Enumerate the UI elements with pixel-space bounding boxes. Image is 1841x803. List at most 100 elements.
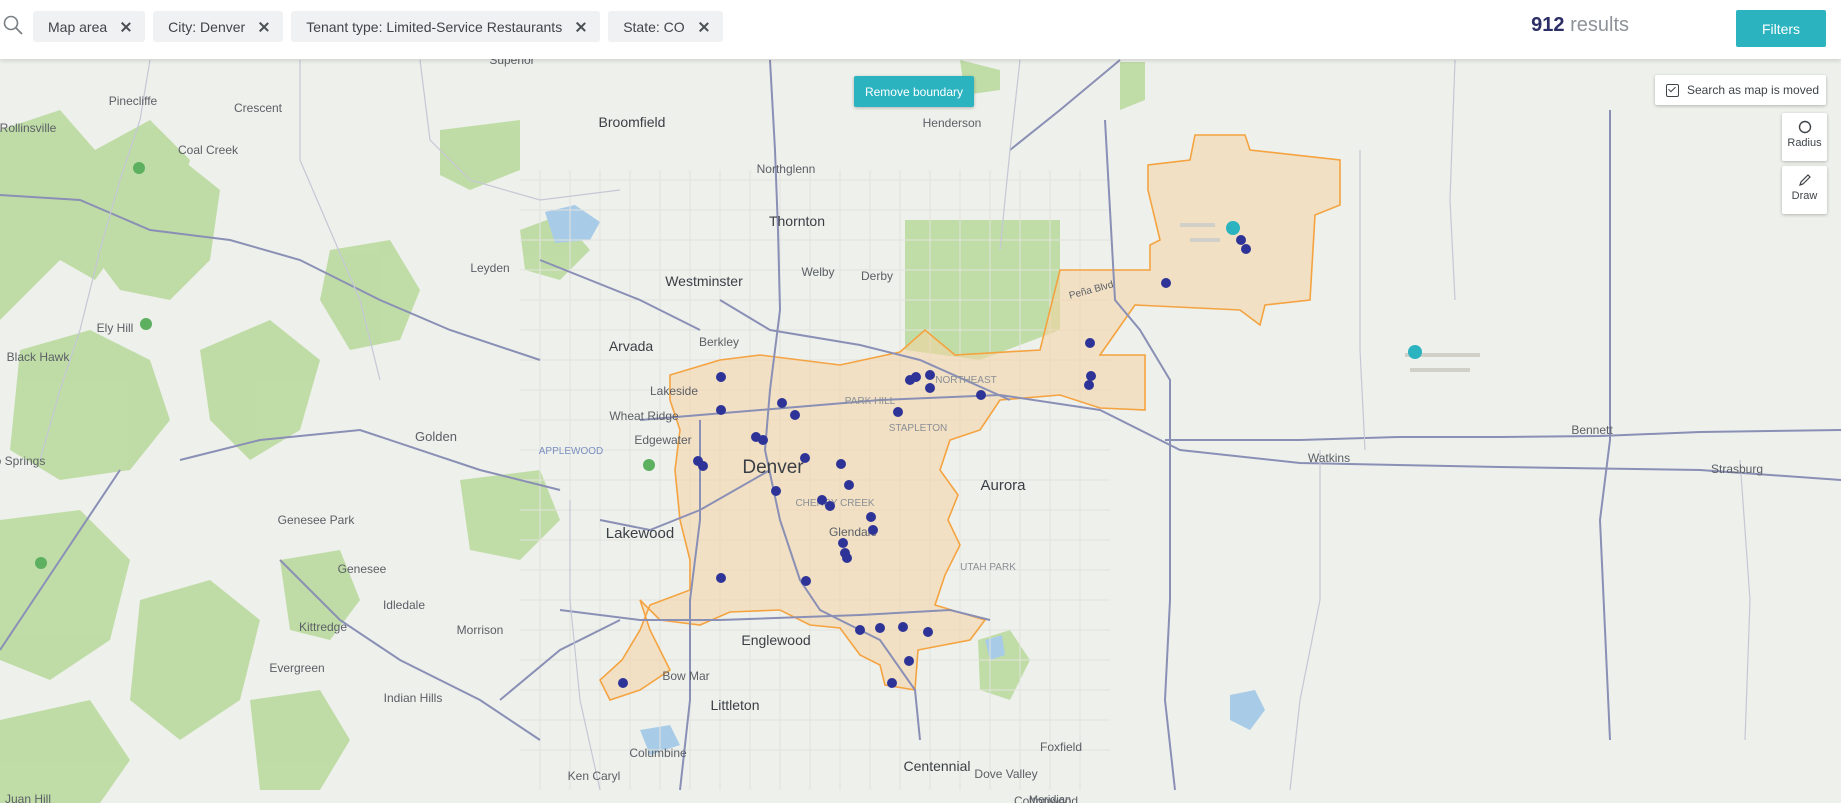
close-icon[interactable] [699, 22, 709, 32]
close-icon[interactable] [259, 22, 269, 32]
checkbox-icon[interactable] [1666, 83, 1679, 97]
circle-icon [1798, 120, 1811, 134]
location-marker [925, 383, 935, 393]
location-marker [1084, 380, 1094, 390]
airport-icon [1226, 221, 1240, 235]
draw-tool-button[interactable]: Draw [1782, 166, 1827, 214]
label-lakewood: Lakewood [606, 525, 674, 542]
label-genesee: Genesee [338, 562, 387, 576]
location-marker [904, 656, 914, 666]
radius-label: Radius [1787, 137, 1822, 149]
label-lakeside: Lakeside [650, 384, 698, 398]
chip-label: City: Denver [168, 18, 246, 35]
chip-city[interactable]: City: Denver [153, 11, 284, 42]
location-marker [758, 435, 768, 445]
label-strasburg: Strasburg [1711, 462, 1763, 476]
map-canvas[interactable]: Superior Rollinsville Pinecliffe Crescen… [0, 59, 1841, 803]
label-kittredge: Kittredge [299, 620, 347, 634]
location-marker [911, 372, 921, 382]
label-aurora: Aurora [980, 477, 1026, 494]
location-marker [868, 525, 878, 535]
label-edgewater: Edgewater [634, 433, 691, 447]
label-bow-mar: Bow Mar [662, 669, 709, 683]
chip-label: Map area [48, 18, 108, 35]
label-coal-creek: Coal Creek [178, 143, 239, 157]
results-number: 912 [1531, 14, 1565, 36]
location-marker [844, 480, 854, 490]
label-littleton: Littleton [710, 697, 759, 713]
label-indian-hills: Indian Hills [384, 691, 443, 705]
label-utah-park: UTAH PARK [960, 562, 1016, 573]
location-marker [790, 410, 800, 420]
location-marker [838, 538, 848, 548]
label-ely-hill: Ely Hill [97, 321, 134, 335]
location-marker [716, 372, 726, 382]
chip-map-area[interactable]: Map area [33, 11, 146, 42]
label-bennett: Bennett [1571, 423, 1613, 437]
filter-chips: Map area City: Denver Tenant type: Limit… [33, 11, 723, 42]
chip-state[interactable]: State: CO [608, 11, 723, 42]
label-juan-hill: Juan Hill [5, 792, 51, 803]
remove-boundary-button[interactable]: Remove boundary [854, 76, 974, 107]
location-marker [842, 553, 852, 563]
label-northeast: NORTHEAST [935, 375, 997, 386]
location-marker [800, 453, 810, 463]
results-label: results [1570, 14, 1629, 36]
label-englewood: Englewood [741, 632, 810, 648]
draw-label: Draw [1791, 190, 1818, 202]
location-marker [866, 512, 876, 522]
label-westminster: Westminster [665, 273, 743, 289]
location-marker [875, 623, 885, 633]
label-columbine: Columbine [629, 746, 687, 760]
location-marker [716, 573, 726, 583]
label-golden: Golden [415, 429, 457, 444]
label-leyden: Leyden [470, 261, 509, 275]
label-applewood: APPLEWOOD [539, 446, 603, 457]
location-marker [801, 576, 811, 586]
park-icon [140, 318, 152, 330]
airport-icon [1408, 345, 1422, 359]
location-marker [887, 678, 897, 688]
label-pinecliffe: Pinecliffe [109, 94, 158, 108]
close-icon[interactable] [576, 22, 586, 32]
location-marker [1086, 371, 1096, 381]
label-evergreen: Evergreen [269, 661, 324, 675]
results-count: 912 results [1531, 14, 1629, 37]
location-marker [836, 459, 846, 469]
chip-label: Tenant type: Limited-Service Restaurants [306, 18, 563, 35]
label-cottonwood: Cottonwood [1014, 794, 1078, 803]
search-icon[interactable] [2, 14, 24, 36]
location-marker [777, 398, 787, 408]
location-marker [855, 625, 865, 635]
location-marker [898, 622, 908, 632]
close-icon[interactable] [121, 22, 131, 32]
chip-tenant-type[interactable]: Tenant type: Limited-Service Restaurants [291, 11, 601, 42]
park-icon [133, 162, 145, 174]
label-centennial: Centennial [904, 758, 971, 774]
label-berkley: Berkley [699, 335, 739, 349]
label-cherry-creek: CHERRY CREEK [795, 498, 874, 509]
label-park-hill: PARK HILL [845, 396, 896, 407]
label-northglenn: Northglenn [757, 162, 816, 176]
label-derby: Derby [861, 269, 893, 283]
park-icon [35, 557, 47, 569]
location-marker [618, 678, 628, 688]
label-idledale: Idledale [383, 598, 425, 612]
search-as-moved-toggle[interactable]: Search as map is moved [1655, 75, 1826, 105]
location-marker [1241, 244, 1251, 254]
label-dove-valley: Dove Valley [974, 767, 1037, 781]
pencil-icon [1798, 174, 1811, 186]
label-superior: Superior [489, 59, 534, 67]
filters-button[interactable]: Filters [1736, 10, 1826, 47]
label-morrison: Morrison [457, 623, 504, 637]
label-ken-caryl: Ken Caryl [568, 769, 621, 783]
search-bar: Map area City: Denver Tenant type: Limit… [0, 0, 1841, 59]
label-black-hawk: Black Hawk [7, 350, 71, 364]
location-marker [817, 495, 827, 505]
label-crescent: Crescent [234, 101, 283, 115]
search-as-moved-label: Search as map is moved [1687, 83, 1820, 97]
label-foxfield: Foxfield [1040, 740, 1082, 754]
chip-label: State: CO [623, 18, 685, 35]
radius-tool-button[interactable]: Radius [1782, 113, 1827, 161]
label-denver: Denver [742, 457, 804, 478]
